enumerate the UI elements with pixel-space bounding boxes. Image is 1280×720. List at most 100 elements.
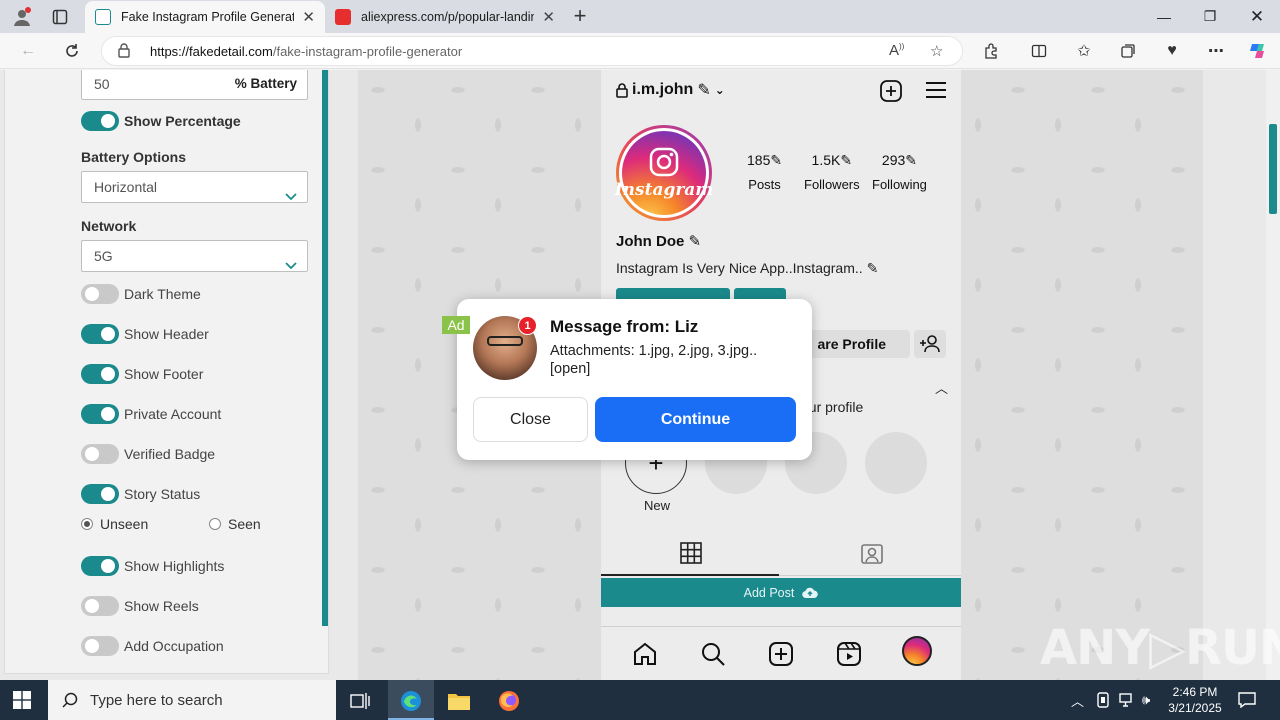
page-scrollbar-thumb[interactable] <box>1269 124 1277 214</box>
tab-fake-instagram[interactable]: Fake Instagram Profile Generator ✕ <box>85 1 325 33</box>
dark-theme-toggle[interactable] <box>81 284 119 304</box>
close-window-button[interactable]: ✕ <box>1234 0 1280 33</box>
search-placeholder: Type here to search <box>90 691 223 709</box>
network-tray-icon[interactable] <box>1096 680 1110 720</box>
hamburger-menu-icon[interactable] <box>925 81 947 102</box>
show-footer-toggle[interactable] <box>81 364 119 384</box>
close-tab-icon[interactable]: ✕ <box>302 8 315 26</box>
show-footer-row[interactable]: Show Footer <box>81 364 203 384</box>
show-highlights-row[interactable]: Show Highlights <box>81 556 224 576</box>
lock-icon <box>118 43 130 61</box>
show-percentage-toggle[interactable] <box>81 111 119 131</box>
add-person-button[interactable] <box>914 330 946 358</box>
search-icon[interactable] <box>698 639 728 669</box>
tab-actions-icon[interactable] <box>48 5 72 29</box>
url-field[interactable]: https://fakedetail.com/fake-instagram-pr… <box>101 36 963 66</box>
verified-badge-toggle[interactable] <box>81 444 119 464</box>
home-icon[interactable] <box>630 639 660 669</box>
verified-badge-row[interactable]: Verified Badge <box>81 444 215 464</box>
add-post-button[interactable]: Add Post <box>601 578 961 607</box>
edit-pencil-icon[interactable]: ✎ <box>689 233 702 250</box>
followers-stat[interactable]: 1.5K✎ Followers <box>804 152 860 192</box>
bottom-navigation <box>601 626 961 680</box>
edit-pencil-icon[interactable]: ✎ <box>905 152 917 168</box>
private-account-toggle[interactable] <box>81 404 119 424</box>
task-view-icon[interactable] <box>340 686 380 716</box>
username-header[interactable]: i.m.john ✎ ⌄ <box>616 80 725 100</box>
battery-input[interactable]: 50 % Battery <box>81 70 308 100</box>
network-label: Network <box>81 218 137 234</box>
taskbar-search[interactable]: Type here to search <box>48 680 336 720</box>
lock-icon <box>616 82 628 98</box>
notifications-icon[interactable] <box>1238 680 1256 720</box>
restore-button[interactable]: ❐ <box>1187 0 1233 33</box>
windows-start-icon[interactable] <box>13 691 31 712</box>
close-tab-icon[interactable]: ✕ <box>542 8 555 26</box>
show-reels-row[interactable]: Show Reels <box>81 596 199 616</box>
toggle-label: Show Highlights <box>124 558 225 574</box>
tab-aliexpress[interactable]: aliexpress.com/p/popular-landin ✕ <box>325 1 565 33</box>
clock-time: 2:46 PM <box>1172 685 1218 699</box>
edit-pencil-icon[interactable]: ✎ <box>840 152 852 168</box>
create-plus-icon[interactable] <box>879 79 903 106</box>
battery-options-select[interactable]: Horizontal <box>81 171 308 203</box>
show-hidden-icons[interactable]: ︿ <box>1071 680 1084 720</box>
add-occupation-row[interactable]: Add Occupation <box>81 636 224 656</box>
split-screen-icon[interactable] <box>1027 39 1051 63</box>
ad-close-button[interactable]: Close <box>473 397 588 442</box>
network-select[interactable]: 5G <box>81 240 308 272</box>
profile-avatar-small[interactable] <box>902 636 932 666</box>
show-header-row[interactable]: Show Header <box>81 324 209 344</box>
favorites-icon[interactable]: ✩ <box>1072 39 1096 63</box>
ethernet-icon[interactable] <box>1119 680 1135 720</box>
tagged-icon[interactable] <box>860 541 884 568</box>
page-scrollbar[interactable] <box>1266 70 1280 680</box>
grid-icon[interactable] <box>679 541 703 568</box>
unseen-radio-row[interactable]: Unseen <box>81 516 148 532</box>
minimize-button[interactable]: — <box>1141 0 1187 33</box>
seen-radio-row[interactable]: Seen <box>209 516 261 532</box>
seen-radio[interactable] <box>209 518 221 530</box>
performance-icon[interactable]: ♥ <box>1160 39 1184 63</box>
collections-icon[interactable] <box>1116 39 1140 63</box>
file-explorer-icon[interactable] <box>439 686 479 716</box>
show-reels-toggle[interactable] <box>81 596 119 616</box>
extensions-icon[interactable] <box>979 39 1003 63</box>
edit-pencil-icon[interactable]: ✎ <box>770 152 782 168</box>
favorite-star-icon[interactable]: ☆ <box>930 42 943 60</box>
show-header-toggle[interactable] <box>81 324 119 344</box>
camera-icon <box>649 147 679 177</box>
add-occupation-toggle[interactable] <box>81 636 119 656</box>
reels-icon[interactable] <box>834 639 864 669</box>
firefox-icon[interactable] <box>489 686 529 716</box>
story-status-row[interactable]: Story Status <box>81 484 200 504</box>
read-aloud-icon[interactable]: A)) <box>889 42 904 59</box>
back-icon[interactable]: ← <box>16 39 40 63</box>
unseen-radio[interactable] <box>81 518 93 530</box>
chevron-up-icon[interactable]: ︿ <box>935 378 948 397</box>
posts-stat[interactable]: 185✎ Posts <box>747 152 782 192</box>
refresh-icon[interactable] <box>60 39 84 63</box>
edge-icon[interactable] <box>391 686 431 716</box>
create-post-icon[interactable] <box>766 639 796 669</box>
edit-pencil-icon[interactable]: ✎ <box>697 80 710 100</box>
avatar-wordmark: Instagram <box>614 180 714 200</box>
new-tab-button[interactable]: + <box>568 4 592 28</box>
display-name[interactable]: John Doe ✎ <box>616 232 701 250</box>
volume-icon[interactable]: 🕪 <box>1142 680 1150 720</box>
ad-continue-button[interactable]: Continue <box>595 397 796 442</box>
profile-icon[interactable] <box>10 5 34 29</box>
bio[interactable]: Instagram Is Very Nice App..Instagram.. … <box>616 260 878 277</box>
following-stat[interactable]: 293✎ Following <box>872 152 927 192</box>
dark-theme-row[interactable]: Dark Theme <box>81 284 201 304</box>
more-menu-icon[interactable]: ⋯ <box>1204 39 1228 63</box>
show-percentage-row[interactable]: Show Percentage <box>81 111 241 131</box>
edit-pencil-icon[interactable]: ✎ <box>867 260 879 276</box>
profile-avatar[interactable]: Instagram <box>614 125 714 221</box>
panel-scrollbar[interactable] <box>322 70 328 626</box>
story-status-toggle[interactable] <box>81 484 119 504</box>
show-highlights-toggle[interactable] <box>81 556 119 576</box>
private-account-row[interactable]: Private Account <box>81 404 221 424</box>
system-clock[interactable]: 2:46 PM 3/21/2025 <box>1166 684 1224 716</box>
copilot-icon[interactable] <box>1246 39 1270 63</box>
